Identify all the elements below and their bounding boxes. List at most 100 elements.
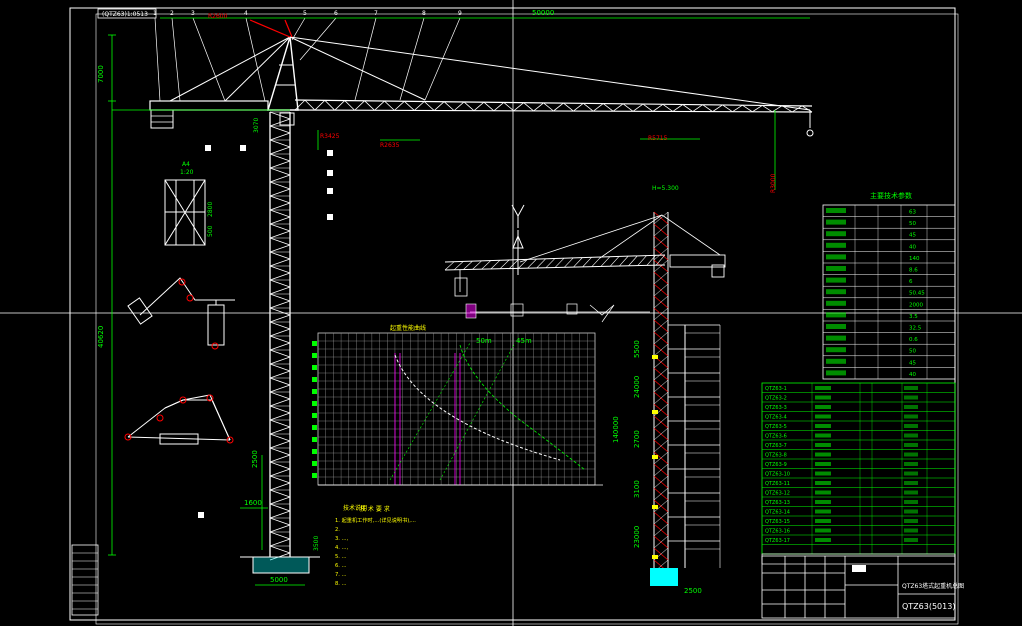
mast-label-2500: 2500 — [251, 450, 259, 468]
grid-tick — [312, 353, 317, 358]
jib-dim-3: R5715 — [648, 135, 668, 142]
spec-cell-value: 0.6 — [909, 337, 918, 343]
spec-cell-label — [826, 312, 846, 318]
callout-number: 6 — [334, 10, 338, 17]
parts-name — [815, 538, 831, 542]
mast-height-dim: 40620 — [97, 326, 105, 348]
parts-name — [815, 490, 831, 495]
parts-name — [815, 481, 831, 485]
header-label: (QTZ63)1:0513 — [102, 11, 148, 18]
spec-cell-value: 50 — [909, 221, 916, 227]
grid-tick — [312, 401, 317, 406]
curve-label-45m: 45m — [516, 337, 532, 345]
parts-code: QTZ63-11 — [765, 481, 790, 487]
parts-material — [904, 424, 918, 428]
marker-box — [465, 303, 477, 319]
parts-code: QTZ63-1 — [765, 386, 787, 392]
parts-name — [815, 452, 831, 457]
spec-cell-label — [826, 208, 846, 213]
note-line: 7. ... — [335, 572, 347, 578]
building-dim-1: 5500 — [633, 340, 641, 358]
detail-a-scale: 1:20 — [180, 169, 194, 176]
spec-cell-value: 6 — [909, 279, 913, 285]
parts-name — [815, 519, 831, 523]
mast-label-1600: 1600 — [244, 499, 262, 507]
parts-code: QTZ63-7 — [765, 443, 787, 449]
top-radius-dim: R2600 — [208, 13, 228, 20]
parts-name — [815, 414, 831, 419]
callout-number: 9 — [458, 10, 462, 17]
note-line: 6. ... — [335, 563, 347, 569]
callout-number: 5 — [303, 10, 307, 17]
parts-material — [904, 414, 918, 419]
parts-code: QTZ63-17 — [765, 538, 790, 544]
building-dim-5: 3100 — [633, 480, 641, 498]
detail-a-label: A4 — [182, 161, 190, 168]
building-dim-3: 2700 — [633, 430, 641, 448]
building-height-label: H=5.300 — [652, 185, 679, 192]
parts-code: QTZ63-4 — [765, 415, 787, 421]
parts-name — [815, 395, 831, 400]
mast-label-3500: 3500 — [313, 536, 320, 551]
callout-number: 2 — [170, 10, 174, 17]
spec-cell-value: 2000 — [909, 302, 923, 308]
parts-code: QTZ63-9 — [765, 462, 787, 468]
notes-heading: 技 术 要 求 — [360, 505, 390, 513]
callout-number: 3 — [191, 10, 195, 17]
note-line: 5. ... — [335, 554, 347, 560]
parts-code: QTZ63-14 — [765, 510, 790, 516]
note-line: 2. — [335, 527, 340, 533]
note-line: 8. ... — [335, 581, 347, 587]
parts-material — [904, 452, 918, 457]
spec-cell-label — [826, 300, 846, 306]
parts-name — [815, 462, 831, 466]
grid-tick — [312, 413, 317, 418]
note-line: 1. 起重机工作时,...(详见说明书),... — [335, 516, 416, 524]
grid-tick — [312, 437, 317, 442]
building-foundation — [650, 568, 678, 586]
parts-material — [904, 500, 918, 504]
spec-cell-value: 8.6 — [909, 268, 918, 274]
spec-cell-value: 45 — [909, 360, 916, 366]
parts-name — [815, 471, 831, 476]
building-dim-4: 140000 — [612, 416, 620, 443]
load-chart-title: 起重性能曲线 — [390, 324, 426, 332]
parts-material — [904, 471, 918, 476]
parts-code: QTZ63-12 — [765, 491, 790, 497]
anchor-mark — [652, 455, 658, 459]
base-width-dim: 5000 — [270, 576, 288, 584]
mast-label-3070: 3070 — [253, 118, 260, 133]
parts-material — [904, 395, 918, 400]
spec-cell-label — [826, 266, 846, 271]
parts-material — [904, 462, 918, 466]
spec-cell-value: 50.45 — [909, 291, 925, 297]
jib-dim-2: R2635 — [380, 142, 400, 149]
spec-cell-value: 63 — [909, 210, 916, 216]
spec-cell-label — [826, 219, 846, 225]
spec-cell-label — [826, 370, 846, 376]
note-line: 3. ..., — [335, 536, 349, 542]
parts-code: QTZ63-5 — [765, 424, 787, 430]
parts-material — [904, 519, 918, 523]
spec-cell-value: 40 — [909, 244, 916, 250]
cad-drawing: (QTZ63)1:0513 1 2 3 4 5 6 7 8 9 50000 70… — [0, 0, 1022, 626]
parts-code: QTZ63-10 — [765, 472, 790, 478]
parts-name — [815, 386, 831, 390]
parts-material — [904, 490, 918, 495]
detail-a-dim-1: 2800 — [207, 202, 214, 217]
anchor-mark — [652, 410, 658, 414]
spec-cell-value: 3.5 — [909, 314, 918, 320]
parts-name — [815, 500, 831, 504]
callout-number: 4 — [244, 10, 248, 17]
parts-code: QTZ63-13 — [765, 500, 790, 506]
grid-tick — [312, 473, 317, 478]
spec-cell-value: 32.5 — [909, 326, 922, 332]
parts-code: QTZ63-2 — [765, 396, 787, 402]
parts-code: QTZ63-3 — [765, 405, 787, 411]
anchor-mark — [652, 355, 658, 359]
anchor-mark — [652, 505, 658, 509]
parts-material — [904, 528, 918, 533]
note-line: 4. ..., — [335, 545, 349, 551]
parts-material — [904, 386, 918, 390]
grid-tick — [312, 461, 317, 466]
